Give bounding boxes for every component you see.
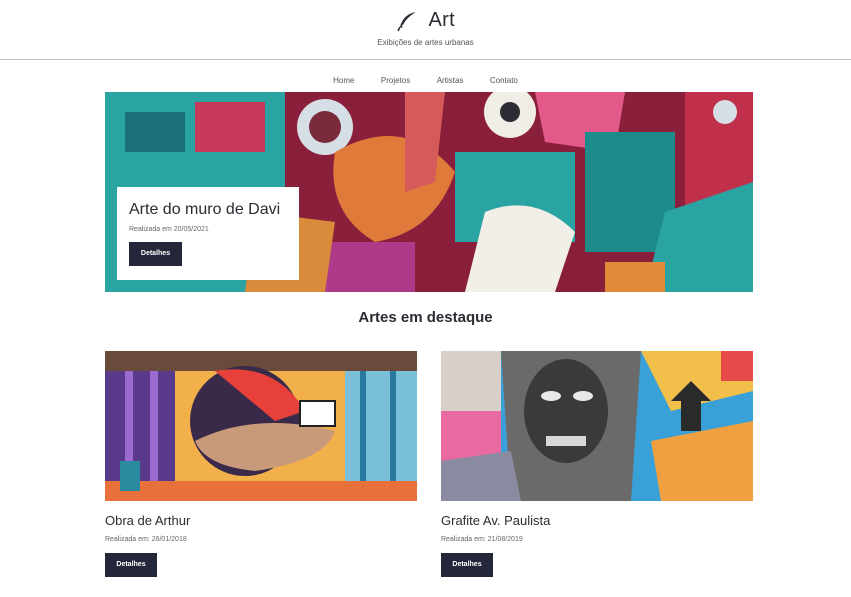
hero-card: Arte do muro de Davi Realizada em 20/05/… bbox=[117, 187, 299, 280]
hero-date: Realizada em 20/05/2021 bbox=[129, 226, 209, 233]
main-nav: Home Projetos Artistas Contato bbox=[0, 70, 851, 85]
hero-title: Arte do muro de Davi bbox=[129, 201, 281, 218]
featured-card: Obra de Arthur Realizada em: 26/01/2018 … bbox=[105, 351, 417, 577]
nav-item-artistas[interactable]: Artistas bbox=[437, 76, 464, 85]
card-image[interactable] bbox=[441, 351, 753, 501]
brand-tagline: Exibições de artes urbanas bbox=[377, 38, 474, 47]
card-title: Grafite Av. Paulista bbox=[441, 513, 551, 528]
hero-banner: Arte do muro de Davi Realizada em 20/05/… bbox=[105, 92, 753, 292]
featured-card: Grafite Av. Paulista Realizada em: 21/08… bbox=[441, 351, 753, 577]
card-image[interactable] bbox=[105, 351, 417, 501]
card-details-button[interactable]: Detalhes bbox=[105, 553, 157, 577]
nav-item-projetos[interactable]: Projetos bbox=[381, 76, 410, 85]
hero-details-button[interactable]: Detalhes bbox=[129, 242, 182, 266]
site-header: Art Exibições de artes urbanas bbox=[0, 0, 851, 60]
card-date: Realizada em: 21/08/2019 bbox=[441, 536, 523, 543]
brand[interactable]: Art bbox=[0, 9, 851, 35]
featured-section-title: Artes em destaque bbox=[358, 309, 493, 326]
card-title: Obra de Arthur bbox=[105, 513, 191, 528]
nav-item-home[interactable]: Home bbox=[333, 76, 354, 85]
card-details-button[interactable]: Detalhes bbox=[441, 553, 493, 577]
feather-icon bbox=[396, 10, 418, 32]
nav-item-contato[interactable]: Contato bbox=[490, 76, 518, 85]
card-date: Realizada em: 26/01/2018 bbox=[105, 536, 187, 543]
brand-title: Art bbox=[428, 9, 455, 31]
